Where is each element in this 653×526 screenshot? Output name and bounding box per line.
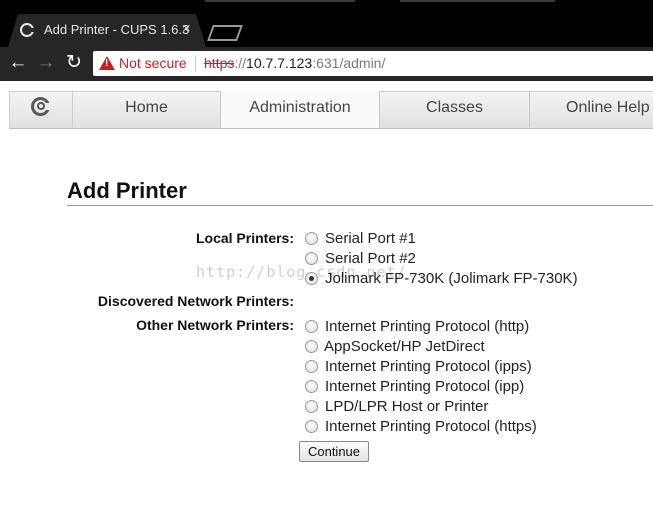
tab-administration[interactable]: Administration (220, 91, 380, 128)
cups-favicon-icon (20, 23, 34, 37)
radio-button[interactable] (305, 320, 318, 333)
discovered-printers-label: Discovered Network Printers: (97, 293, 294, 309)
continue-button[interactable]: Continue (299, 441, 369, 462)
option-label: Internet Printing Protocol (ipp) (325, 378, 525, 395)
tab-home[interactable]: Home (73, 91, 221, 127)
option-label: Serial Port #2 (325, 250, 416, 267)
option-label: Jolimark FP-730K (Jolimark FP-730K) (325, 270, 578, 287)
title-divider (67, 205, 653, 206)
security-status[interactable]: Not secure (119, 55, 187, 71)
page-title: Add Printer (67, 178, 187, 203)
url-scheme: https (204, 55, 235, 71)
warning-exclamation-icon: ! (105, 58, 109, 69)
option-label: Internet Printing Protocol (ipps) (325, 358, 532, 375)
url-text[interactable]: https://10.7.7.123:631/admin/ (204, 55, 385, 71)
option-label: Internet Printing Protocol (http) (325, 318, 530, 335)
other-printers-label: Other Network Printers: (136, 317, 294, 333)
title-bar-accent (205, 0, 355, 2)
option-label: AppSocket/HP JetDirect (324, 338, 485, 355)
option-label: Internet Printing Protocol (https) (325, 418, 537, 435)
radio-button[interactable] (305, 252, 318, 265)
tab-online-help[interactable]: Online Help (530, 91, 653, 127)
option-label: Serial Port #1 (325, 230, 416, 247)
local-printers-label: Local Printers: (195, 230, 294, 246)
new-tab-button[interactable] (207, 25, 243, 41)
back-arrow-icon[interactable]: ← (7, 52, 29, 74)
title-bar-accent (400, 0, 555, 2)
cups-logo-inner-icon (37, 102, 45, 110)
radio-button[interactable] (305, 420, 318, 433)
radio-button[interactable] (305, 232, 318, 245)
radio-button[interactable] (305, 360, 318, 373)
address-bar-divider (195, 55, 196, 72)
radio-button[interactable] (305, 400, 318, 413)
url-path: :631/admin/ (312, 55, 386, 71)
radio-button[interactable] (305, 340, 318, 353)
forward-arrow-icon[interactable]: → (35, 52, 57, 74)
tab-classes[interactable]: Classes (380, 91, 530, 127)
tab-close-icon[interactable]: × (182, 20, 191, 38)
radio-button-selected[interactable] (305, 272, 318, 285)
reload-icon[interactable]: ↻ (63, 52, 85, 74)
option-label: LPD/LPR Host or Printer (325, 398, 489, 415)
radio-button[interactable] (305, 380, 318, 393)
url-separator: :// (234, 55, 247, 71)
tab-title: Add Printer - CUPS 1.6.3 (44, 22, 190, 37)
url-host: 10.7.7.123 (246, 55, 313, 71)
